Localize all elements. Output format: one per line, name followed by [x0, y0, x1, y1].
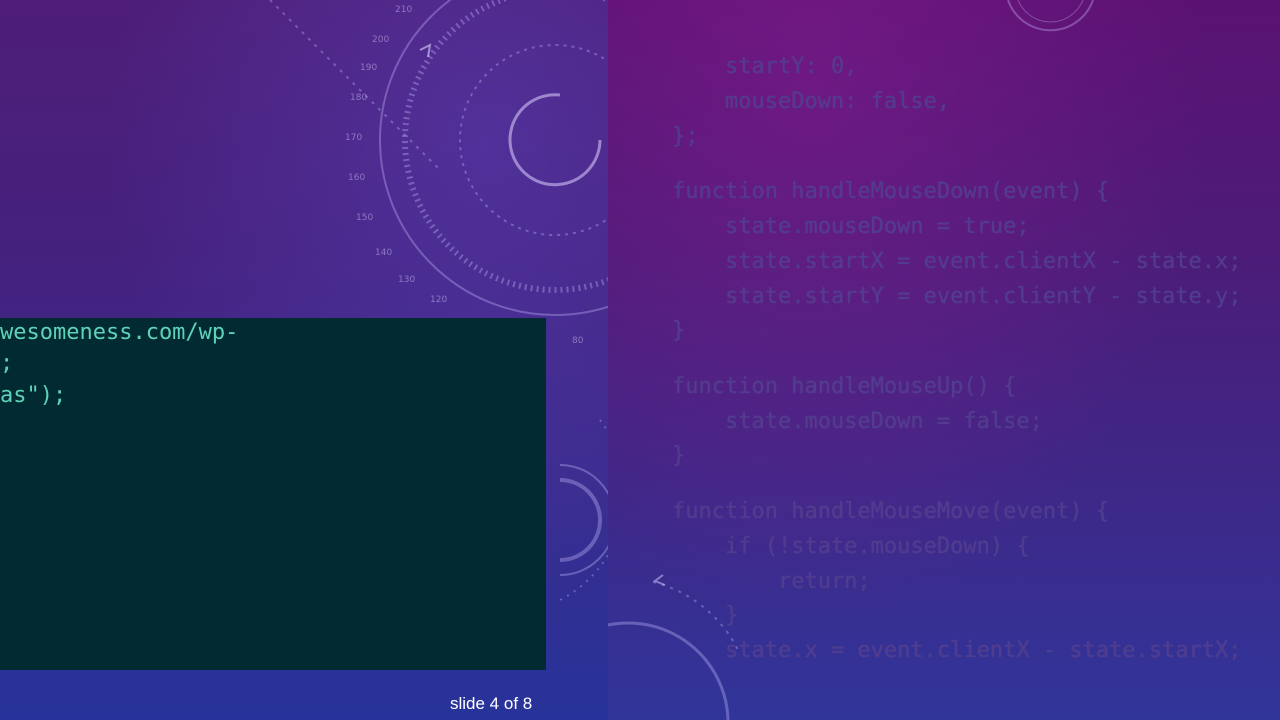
code-line: function handleMouseUp() { — [672, 374, 1017, 399]
top-ring-inner-arc — [1017, 0, 1084, 23]
left-slide-panel: 210 200 190 180 170 160 150 140 130 120 … — [0, 0, 608, 720]
code-line: state.x = event.clientX - state.startX; — [672, 638, 1242, 663]
dial-tick-label: 120 — [430, 295, 447, 305]
dial-tick-label: 80 — [572, 336, 584, 346]
code-line: } — [672, 443, 686, 468]
code-line: ; — [0, 351, 14, 376]
dial-tick-label: 160 — [348, 173, 365, 183]
code-snippet-box: wesomeness.com/wp- ; as"); — [0, 318, 546, 670]
arrow-marker-icon — [652, 574, 666, 586]
dial-tick-label: 210 — [395, 5, 412, 15]
code-line: function handleMouseMove(event) { — [672, 499, 1110, 524]
right-slide-panel: startY: 0, mouseDown: false, }; function… — [608, 0, 1280, 720]
dial-tick-label: 170 — [345, 133, 362, 143]
dial-inner-arc — [508, 93, 602, 187]
code-line: function handleMouseDown(event) { — [672, 179, 1110, 204]
code-line: startY: 0, — [672, 54, 858, 79]
code-line: state.mouseDown = false; — [672, 409, 1043, 434]
dial-tick-label: 140 — [375, 248, 392, 258]
chevron-marker-icon — [419, 43, 432, 58]
code-line: wesomeness.com/wp- — [0, 320, 239, 345]
code-line: return; — [672, 569, 871, 594]
code-line: state.mouseDown = true; — [672, 214, 1030, 239]
code-line: if (!state.mouseDown) { — [672, 534, 1030, 559]
slide-counter: slide 4 of 8 — [450, 694, 533, 713]
code-line: } — [672, 318, 686, 343]
code-line: mouseDown: false, — [672, 89, 951, 114]
dial-tick-ring — [402, 0, 608, 293]
dial-tick-label: 130 — [398, 275, 415, 285]
side-arc-1 — [559, 478, 602, 562]
dial-tick-label: 190 — [360, 63, 377, 73]
dial-tick-labels: 210 200 190 180 170 160 150 140 130 120 … — [345, 5, 584, 346]
dial-tick-label: 150 — [356, 213, 373, 223]
dial-dashed-ring — [459, 44, 608, 236]
dial-tick-label: 180 — [350, 93, 367, 103]
code-line: as"); — [0, 383, 67, 408]
code-line: } — [672, 603, 739, 628]
code-line: }; — [672, 124, 699, 149]
code-line: state.startX = event.clientX - state.x; — [672, 249, 1242, 274]
code-line: state.startY = event.clientY - state.y; — [672, 284, 1242, 309]
diagonal-line — [269, 0, 441, 171]
dial-tick-label: 200 — [372, 35, 389, 45]
